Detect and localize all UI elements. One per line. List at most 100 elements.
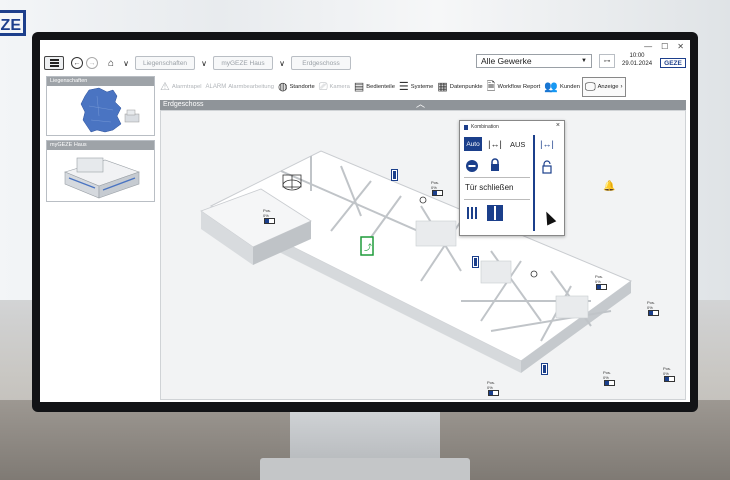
trade-select[interactable]: Alle Gewerke ▼: [476, 54, 592, 68]
tab-label: Systeme: [410, 84, 434, 90]
tab-workflow-report[interactable]: 🗎 Workflow Report: [485, 76, 543, 98]
door-closed-state-icon[interactable]: [487, 205, 503, 221]
door-open-icon[interactable]: |↔|: [540, 137, 554, 151]
pos-value: 0%: [663, 370, 669, 376]
tab-kunden[interactable]: 👥 Kunden: [542, 76, 582, 98]
camera-icon: ⎚: [318, 80, 328, 93]
door-icon: [464, 124, 468, 130]
sidebar-panel-liegenschaften[interactable]: Liegenschaften: [46, 76, 155, 136]
globe-icon: ◍: [277, 80, 288, 93]
close-icon[interactable]: ✕: [677, 42, 684, 51]
door-status-text: Tür schließen: [465, 183, 514, 192]
position-marker[interactable]: Pos.0%: [647, 300, 663, 317]
server-icon: ☰: [398, 80, 409, 93]
floor-title-bar: Erdgeschoss ︿: [160, 99, 686, 110]
door-status-icon: [488, 390, 499, 396]
home-icon[interactable]: ⌂: [105, 58, 117, 69]
lock-open-icon[interactable]: [540, 159, 554, 175]
monitor-icon: 🖵: [584, 80, 596, 93]
position-marker[interactable]: Pos.0%: [603, 370, 619, 387]
maximize-icon[interactable]: ☐: [661, 42, 668, 51]
tab-label: Anzeige: [597, 84, 619, 90]
building-3d-image: [64, 157, 140, 199]
caret-down-icon: ▼: [581, 58, 587, 64]
menu-button[interactable]: [44, 56, 64, 70]
tab-alarmbearbeitung[interactable]: ALARM Alarmbearbeitung: [204, 76, 276, 98]
tab-anzeige[interactable]: 🖵 Anzeige ›: [581, 77, 626, 97]
geze-logo: GEZE: [660, 58, 686, 68]
monitor-stand: [290, 412, 440, 462]
floor-title: Erdgeschoss: [163, 101, 204, 108]
floor-plan-view[interactable]: ⤴ 🔔 Pos. 0% Pos. 0% Pos. 0% Pos. 0% Pos. 0% P…: [160, 110, 686, 400]
wall-logo: ZE: [0, 10, 26, 36]
germany-map-image: [80, 87, 140, 133]
window-controls: — ☐ ✕: [644, 42, 684, 51]
floor-plan-3d: ⤴ 🔔: [200, 150, 633, 373]
tab-label: Standorte: [289, 84, 315, 90]
back-icon[interactable]: ←: [71, 57, 83, 69]
app-screen: — ☐ ✕ ← → ⌂ ∨ Liegenschaften ∨ myGEZE Ha…: [40, 40, 690, 402]
warning-icon: ⚠: [160, 80, 170, 93]
people-icon: 👥: [544, 80, 558, 93]
clock-date: 29.01.2024: [622, 61, 653, 67]
tab-label: Alarmbearbeitung: [228, 84, 274, 90]
block-icon[interactable]: [465, 159, 479, 173]
chevron-right-icon: ›: [620, 84, 623, 90]
position-marker[interactable]: Pos.0%: [663, 366, 679, 383]
svg-text:⤴: ⤴: [364, 242, 372, 252]
tab-standorte[interactable]: ◍ Standorte: [276, 76, 317, 98]
pos-value: 0%: [263, 212, 269, 218]
alarm-icon: ALARM: [205, 83, 227, 90]
popup-header: Kombination: [464, 124, 499, 130]
top-toolbar: ← → ⌂ ∨ Liegenschaften ∨ myGEZE Haus ∨ E…: [44, 53, 686, 72]
popup-title: Kombination: [471, 124, 499, 130]
clock-time: 10:00: [629, 53, 645, 59]
monitor-stand-base: [260, 458, 470, 480]
panel-title: Liegenschaften: [47, 77, 154, 86]
open-width-icon[interactable]: |↔|: [488, 137, 502, 151]
minimize-icon[interactable]: —: [644, 42, 652, 51]
door-open-state-icon[interactable]: [466, 207, 478, 219]
filter-button[interactable]: ⊶: [599, 54, 615, 68]
pos-value: 0%: [595, 278, 601, 284]
breadcrumb-haus[interactable]: myGEZE Haus: [213, 56, 273, 70]
position-marker[interactable]: Pos.0%: [263, 208, 279, 225]
auto-mode-button[interactable]: Auto: [464, 137, 482, 151]
door-status-icon: [604, 380, 615, 386]
door-icon[interactable]: [541, 363, 548, 375]
close-icon[interactable]: ×: [556, 122, 560, 129]
lock-closed-icon[interactable]: [488, 157, 502, 173]
tab-alarmtrapel[interactable]: ⚠ Alarmtrapel: [158, 76, 204, 98]
panel-icon: ▤: [353, 80, 365, 93]
pos-value: 0%: [647, 304, 653, 310]
tab-label: Workflow Report: [497, 84, 541, 90]
sidebar-panel-haus[interactable]: myGEZE Haus: [46, 140, 155, 202]
breadcrumb-liegenschaften[interactable]: Liegenschaften: [135, 56, 195, 70]
hamburger-icon: [49, 62, 59, 64]
tab-label: Bedienteile: [366, 84, 395, 90]
tab-kamera[interactable]: ⎚ Kamera: [317, 76, 352, 98]
pos-value: 0%: [431, 184, 437, 190]
chevron-down-icon[interactable]: ∨: [120, 59, 132, 68]
breadcrumb-erdgeschoss[interactable]: Erdgeschoss: [291, 56, 351, 70]
tab-systeme[interactable]: ☰ Systeme: [397, 76, 435, 98]
chevron-down-icon[interactable]: ∨: [276, 59, 288, 68]
tab-datenpunkte[interactable]: ▦ Datenpunkte: [435, 76, 484, 98]
door-status-icon: [432, 190, 443, 196]
off-mode-button[interactable]: AUS: [510, 140, 525, 149]
chevron-down-icon[interactable]: ∨: [198, 59, 210, 68]
tab-label: Kamera: [329, 84, 350, 90]
door-icon[interactable]: [391, 169, 398, 181]
forward-icon[interactable]: →: [86, 57, 98, 69]
position-marker[interactable]: Pos.0%: [487, 380, 503, 397]
position-marker[interactable]: Pos.0%: [431, 180, 447, 197]
tab-label: Kunden: [559, 84, 580, 90]
position-marker[interactable]: Pos.0%: [595, 274, 611, 291]
tab-bedienteile[interactable]: ▤ Bedienteile: [352, 76, 397, 98]
panel-title: myGEZE Haus: [47, 141, 154, 150]
door-status-icon: [648, 310, 659, 316]
chevron-up-icon[interactable]: ︿: [416, 99, 425, 109]
filter-icon: ⊶: [603, 58, 611, 65]
tab-label: Alarmtrapel: [171, 84, 202, 90]
door-icon[interactable]: [472, 256, 479, 268]
